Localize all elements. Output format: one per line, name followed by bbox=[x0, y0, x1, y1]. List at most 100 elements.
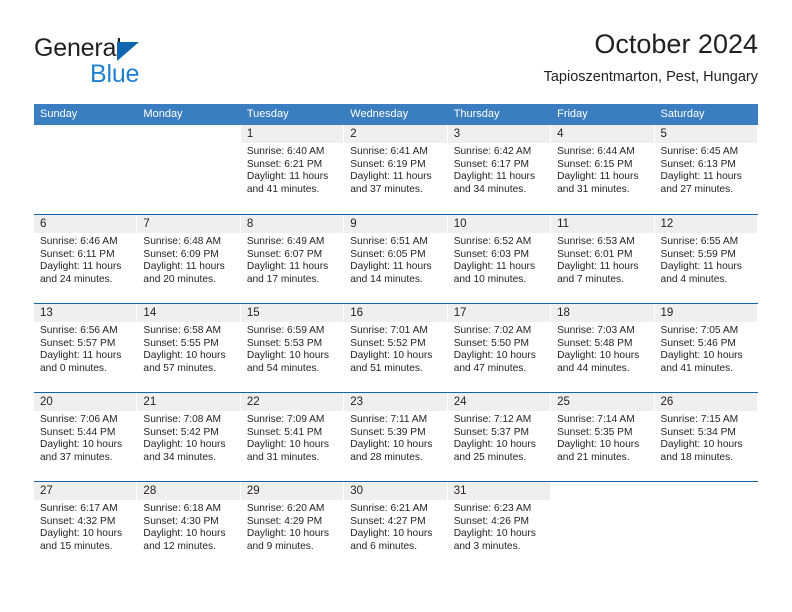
calendar-day-cell[interactable]: 2 Sunrise: 6:41 AM Sunset: 6:19 PM Daylight… bbox=[344, 125, 448, 214]
daylight-text-line1: Daylight: 10 hours bbox=[453, 439, 536, 451]
sunset-text: Sunset: 5:42 PM bbox=[143, 426, 219, 438]
day-sun-info: Sunrise: 7:01 AM Sunset: 5:52 PM Daylight:… bbox=[344, 322, 446, 375]
daylight-text-line1: Daylight: 11 hours bbox=[350, 171, 432, 183]
sunrise-text: Sunrise: 7:06 AM bbox=[40, 414, 118, 425]
daylight-text-line1: Daylight: 10 hours bbox=[246, 350, 329, 362]
day-sun-info: Sunrise: 7:15 AM Sunset: 5:34 PM Daylight:… bbox=[655, 411, 757, 464]
daylight-text-line2: and 57 minutes. bbox=[143, 362, 216, 374]
calendar-day-cell[interactable]: 14 Sunrise: 6:58 AM Sunset: 5:55 PM Dayligh… bbox=[137, 304, 241, 392]
sunrise-text: Sunrise: 7:02 AM bbox=[453, 325, 532, 336]
sunset-text: Sunset: 6:11 PM bbox=[40, 248, 115, 260]
day-sun-info: Sunrise: 6:21 AM Sunset: 4:27 PM Daylight:… bbox=[344, 500, 446, 553]
calendar-day-cell[interactable]: 11 Sunrise: 6:53 AM Sunset: 6:01 PM Dayligh… bbox=[551, 215, 655, 303]
sunset-text: Sunset: 6:19 PM bbox=[350, 158, 426, 170]
day-sun-info: Sunrise: 6:18 AM Sunset: 4:30 PM Daylight:… bbox=[137, 500, 239, 553]
sunrise-text: Sunrise: 6:46 AM bbox=[40, 236, 118, 247]
calendar-day-cell[interactable]: 20 Sunrise: 7:06 AM Sunset: 5:44 PM Dayligh… bbox=[34, 393, 138, 481]
day-number: 2 bbox=[350, 128, 357, 140]
daylight-text-line1: Daylight: 11 hours bbox=[660, 171, 742, 183]
day-number-band: 9 bbox=[344, 215, 447, 233]
daylight-text-line2: and 21 minutes. bbox=[557, 451, 630, 463]
day-number-band: 4 bbox=[551, 125, 654, 143]
day-number-band: 7 bbox=[137, 215, 240, 233]
day-number-band: 6 bbox=[34, 215, 137, 233]
calendar-day-cell-empty bbox=[34, 125, 138, 214]
daylight-text-line2: and 0 minutes. bbox=[40, 362, 107, 374]
logo-text-blue: Blue bbox=[90, 60, 140, 88]
daylight-text-line1: Daylight: 11 hours bbox=[350, 261, 432, 273]
calendar-day-cell[interactable]: 8 Sunrise: 6:49 AM Sunset: 6:07 PM Daylight… bbox=[240, 215, 345, 303]
calendar-day-cell[interactable]: 24 Sunrise: 7:12 AM Sunset: 5:37 PM Dayligh… bbox=[447, 393, 552, 481]
day-number: 8 bbox=[246, 218, 254, 230]
daylight-text-line1: Daylight: 10 hours bbox=[350, 439, 433, 451]
calendar-day-cell[interactable]: 25 Sunrise: 7:14 AM Sunset: 5:35 PM Dayligh… bbox=[551, 393, 655, 481]
calendar-day-cell[interactable]: 22 Sunrise: 7:09 AM Sunset: 5:41 PM Dayligh… bbox=[240, 393, 345, 481]
calendar-day-cell[interactable]: 30 Sunrise: 6:21 AM Sunset: 4:27 PM Dayligh… bbox=[344, 482, 448, 570]
calendar-day-cell[interactable]: 15 Sunrise: 6:59 AM Sunset: 5:53 PM Dayligh… bbox=[240, 304, 345, 392]
calendar-day-cell[interactable]: 17 Sunrise: 7:02 AM Sunset: 5:50 PM Dayligh… bbox=[447, 304, 552, 392]
daylight-text-line2: and 14 minutes. bbox=[350, 273, 423, 285]
calendar-day-cell[interactable]: 3 Sunrise: 6:42 AM Sunset: 6:17 PM Daylight… bbox=[447, 125, 552, 214]
calendar-day-cell[interactable]: 16 Sunrise: 7:01 AM Sunset: 5:52 PM Dayligh… bbox=[344, 304, 448, 392]
sunset-text: Sunset: 5:52 PM bbox=[350, 337, 426, 349]
day-sun-info: Sunrise: 7:12 AM Sunset: 5:37 PM Daylight:… bbox=[448, 411, 550, 464]
calendar-day-cell[interactable]: 31 Sunrise: 6:23 AM Sunset: 4:26 PM Dayligh… bbox=[447, 482, 552, 570]
day-number-band bbox=[655, 482, 757, 500]
day-number-band: 14 bbox=[137, 304, 240, 322]
weekday-header-tuesday: Tuesday bbox=[246, 108, 289, 120]
general-blue-logo: General Blue bbox=[34, 34, 214, 92]
daylight-text-line2: and 41 minutes. bbox=[660, 362, 734, 374]
daylight-text-line2: and 7 minutes. bbox=[557, 273, 624, 285]
daylight-text-line1: Daylight: 10 hours bbox=[557, 439, 640, 451]
sunrise-text: Sunrise: 6:49 AM bbox=[246, 236, 325, 247]
daylight-text-line2: and 37 minutes. bbox=[40, 451, 113, 463]
calendar-week-row: 6 Sunrise: 6:46 AM Sunset: 6:11 PM Daylight… bbox=[34, 214, 758, 303]
day-number: 30 bbox=[350, 485, 364, 497]
logo-text-general: General bbox=[34, 34, 122, 62]
day-number-band: 24 bbox=[447, 393, 551, 411]
day-number: 24 bbox=[453, 396, 467, 408]
calendar-day-cell[interactable]: 29 Sunrise: 6:20 AM Sunset: 4:29 PM Dayligh… bbox=[240, 482, 345, 570]
day-number: 28 bbox=[143, 485, 157, 497]
day-number: 31 bbox=[453, 485, 467, 497]
sunset-text: Sunset: 6:17 PM bbox=[453, 158, 530, 170]
daylight-text-line2: and 12 minutes. bbox=[143, 540, 216, 552]
calendar-day-cell[interactable]: 7 Sunrise: 6:48 AM Sunset: 6:09 PM Daylight… bbox=[137, 215, 241, 303]
daylight-text-line1: Daylight: 11 hours bbox=[246, 261, 329, 273]
sunrise-text: Sunrise: 7:11 AM bbox=[350, 414, 428, 425]
calendar-day-cell[interactable]: 23 Sunrise: 7:11 AM Sunset: 5:39 PM Dayligh… bbox=[344, 393, 448, 481]
calendar-day-cell[interactable]: 12 Sunrise: 6:55 AM Sunset: 5:59 PM Dayligh… bbox=[654, 215, 758, 303]
weekday-header-wednesday: Wednesday bbox=[350, 108, 409, 120]
weekday-header-row: Sunday Monday Tuesday Wednesday Thursday… bbox=[34, 104, 758, 125]
calendar-day-cell[interactable]: 21 Sunrise: 7:08 AM Sunset: 5:42 PM Dayligh… bbox=[137, 393, 241, 481]
day-number-band: 27 bbox=[34, 482, 137, 500]
calendar-day-cell[interactable]: 28 Sunrise: 6:18 AM Sunset: 4:30 PM Dayligh… bbox=[137, 482, 241, 570]
calendar-day-cell[interactable]: 4 Sunrise: 6:44 AM Sunset: 6:15 PM Daylight… bbox=[551, 125, 655, 214]
sunrise-text: Sunrise: 6:41 AM bbox=[350, 146, 428, 157]
daylight-text-line2: and 6 minutes. bbox=[350, 540, 418, 552]
calendar-day-cell[interactable]: 13 Sunrise: 6:56 AM Sunset: 5:57 PM Dayligh… bbox=[34, 304, 138, 392]
calendar-grid: Sunday Monday Tuesday Wednesday Thursday… bbox=[34, 104, 758, 570]
day-number-band: 17 bbox=[447, 304, 551, 322]
sunrise-text: Sunrise: 6:44 AM bbox=[557, 146, 635, 157]
calendar-day-cell[interactable]: 27 Sunrise: 6:17 AM Sunset: 4:32 PM Dayligh… bbox=[34, 482, 138, 570]
daylight-text-line1: Daylight: 10 hours bbox=[143, 439, 226, 451]
calendar-day-cell[interactable]: 10 Sunrise: 6:52 AM Sunset: 6:03 PM Dayligh… bbox=[447, 215, 552, 303]
calendar-day-cell[interactable]: 9 Sunrise: 6:51 AM Sunset: 6:05 PM Daylight… bbox=[344, 215, 448, 303]
weekday-header-thursday: Thursday bbox=[453, 108, 500, 120]
daylight-text-line1: Daylight: 10 hours bbox=[246, 528, 329, 540]
calendar-day-cell[interactable]: 18 Sunrise: 7:03 AM Sunset: 5:48 PM Dayligh… bbox=[551, 304, 655, 392]
daylight-text-line2: and 47 minutes. bbox=[453, 362, 527, 374]
sunrise-text: Sunrise: 7:12 AM bbox=[453, 414, 532, 425]
day-number-band: 18 bbox=[551, 304, 654, 322]
daylight-text-line1: Daylight: 11 hours bbox=[40, 350, 122, 362]
calendar-day-cell[interactable]: 5 Sunrise: 6:45 AM Sunset: 6:13 PM Daylight… bbox=[654, 125, 758, 214]
calendar-day-cell[interactable]: 26 Sunrise: 7:15 AM Sunset: 5:34 PM Dayligh… bbox=[654, 393, 758, 481]
calendar-day-cell[interactable]: 6 Sunrise: 6:46 AM Sunset: 6:11 PM Daylight… bbox=[34, 215, 138, 303]
daylight-text-line1: Daylight: 10 hours bbox=[557, 350, 640, 362]
sunset-text: Sunset: 6:15 PM bbox=[557, 158, 633, 170]
calendar-day-cell[interactable]: 1 Sunrise: 6:40 AM Sunset: 6:21 PM Daylight… bbox=[240, 125, 345, 214]
calendar-day-cell[interactable]: 19 Sunrise: 7:05 AM Sunset: 5:46 PM Dayligh… bbox=[654, 304, 758, 392]
sunrise-text: Sunrise: 6:53 AM bbox=[557, 236, 635, 247]
sunset-text: Sunset: 5:48 PM bbox=[557, 337, 633, 349]
